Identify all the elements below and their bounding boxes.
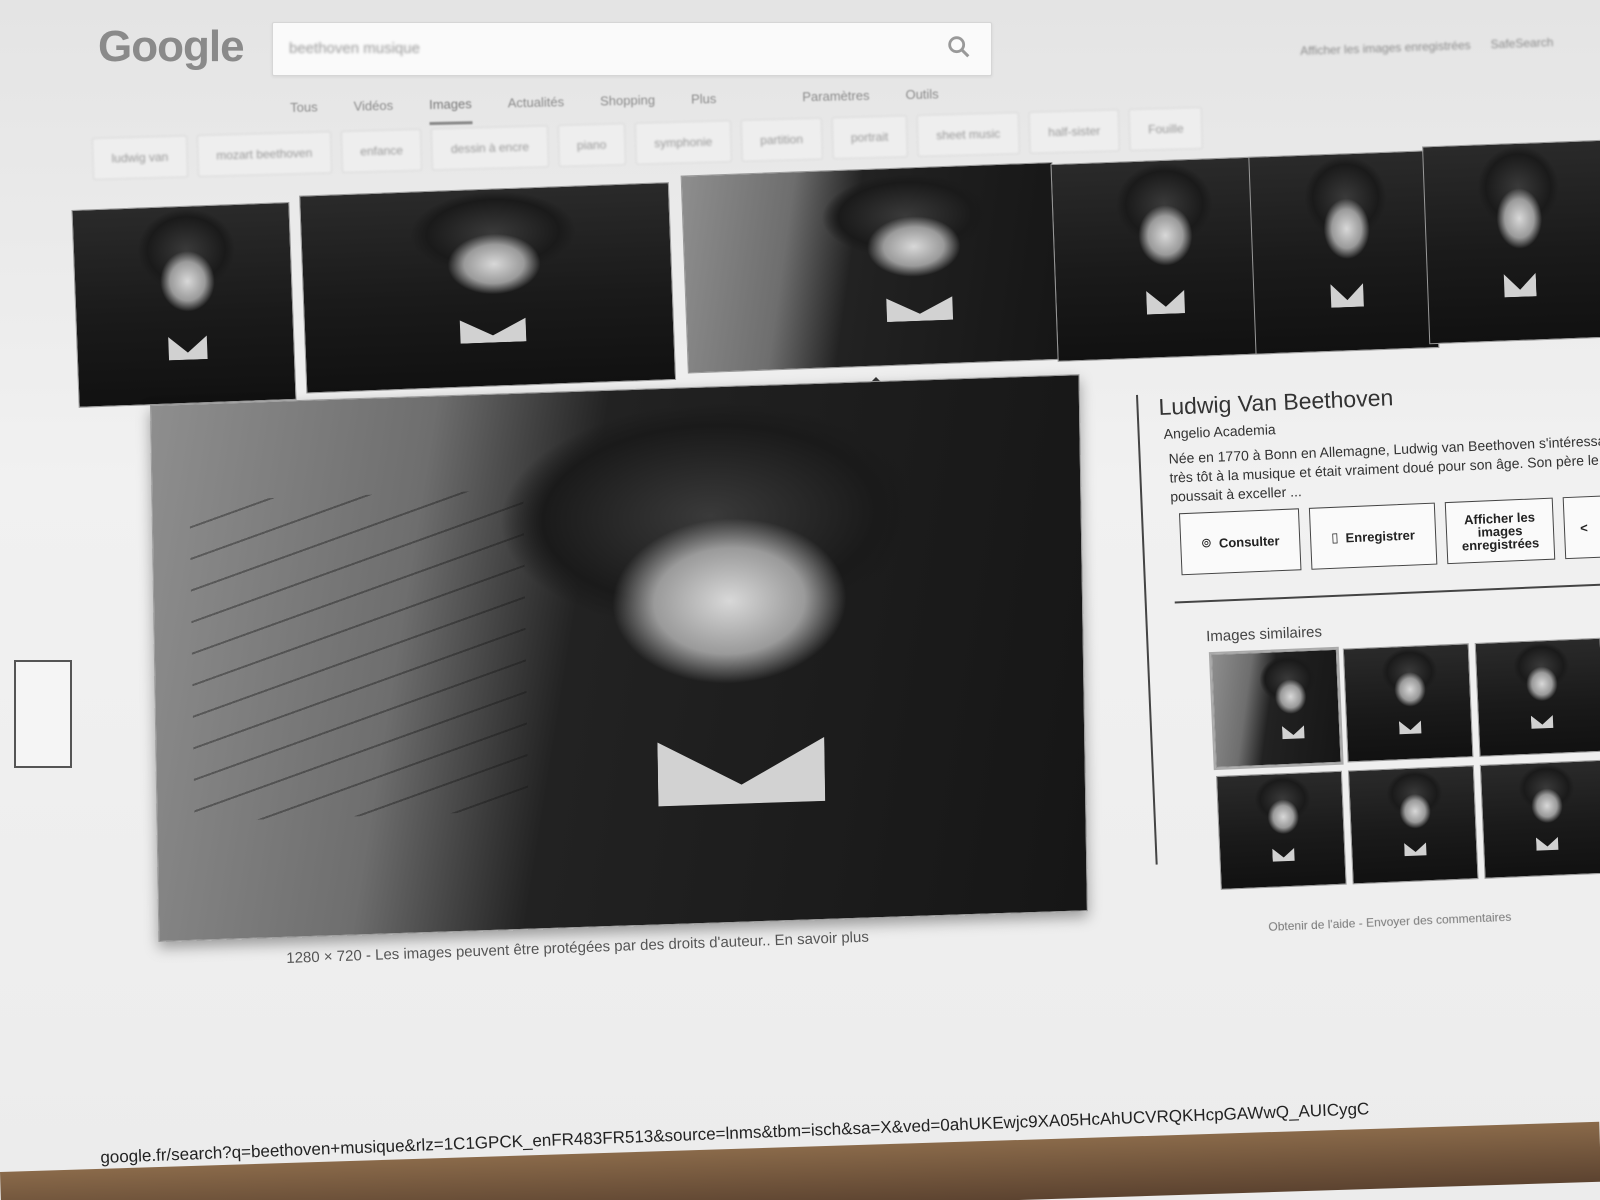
music-notes-texture: [189, 489, 529, 823]
similar-images-grid: [1208, 632, 1600, 890]
image-dimensions: 1280 × 720: [286, 947, 363, 967]
panel-footer: Obtenir de l'aide - Envoyer des commenta…: [1268, 910, 1511, 934]
similar-image[interactable]: [1208, 646, 1344, 771]
panel-divider: [1174, 582, 1600, 604]
tab-videos[interactable]: Vidéos: [353, 98, 393, 127]
tab-more[interactable]: Plus: [691, 91, 717, 120]
tab-images[interactable]: Images: [428, 96, 473, 126]
similar-image[interactable]: [1479, 759, 1600, 879]
learn-more-link[interactable]: En savoir plus: [774, 929, 869, 949]
panel-border: [1136, 394, 1158, 865]
result-thumbnail[interactable]: [299, 182, 677, 394]
saved-images-button-label: Afficher les images enregistrées: [1461, 508, 1540, 553]
panel-actions: ⊚ Consulter ▯ Enregistrer Afficher les i…: [1178, 495, 1600, 576]
feedback-link[interactable]: Envoyer des commentaires: [1366, 910, 1512, 930]
highlight-box: [14, 660, 72, 768]
help-link[interactable]: Obtenir de l'aide: [1268, 916, 1356, 934]
tab-all[interactable]: Tous: [290, 99, 318, 128]
panel-title[interactable]: Ludwig Van Beethoven: [1158, 384, 1394, 421]
caption-separator: -: [365, 946, 372, 965]
panel-source[interactable]: Angelio Academia: [1163, 421, 1276, 442]
safesearch-link[interactable]: SafeSearch: [1490, 35, 1553, 51]
saved-images-button[interactable]: Afficher les images enregistrées: [1444, 497, 1556, 565]
tab-shopping[interactable]: Shopping: [600, 92, 656, 121]
copyright-notice: Les images peuvent être protégées par de…: [374, 932, 771, 964]
result-thumbnail-selected[interactable]: [680, 161, 1060, 374]
tab-tools[interactable]: Outils: [905, 86, 939, 115]
footer-separator: -: [1358, 915, 1363, 931]
share-button[interactable]: <: [1562, 495, 1600, 560]
header-links: Afficher les images enregistrées SafeSea…: [1300, 35, 1554, 58]
tab-settings[interactable]: Paramètres: [802, 88, 870, 117]
similar-image[interactable]: [1347, 765, 1479, 885]
save-button[interactable]: ▯ Enregistrer: [1308, 502, 1438, 570]
printed-page: Google beethoven musique Afficher les im…: [0, 0, 1600, 1200]
panel-description: Née en 1770 à Bonn en Allemagne, Ludwig …: [1168, 432, 1600, 505]
saved-images-link[interactable]: Afficher les images enregistrées: [1300, 38, 1471, 58]
similar-image[interactable]: [1216, 770, 1347, 890]
image-details-panel: Ludwig Van Beethoven Angelio Academia Né…: [1136, 375, 1600, 934]
search-input[interactable]: beethoven musique: [289, 40, 420, 57]
preview-image[interactable]: [150, 374, 1088, 943]
globe-icon: ⊚: [1200, 534, 1213, 551]
search-box[interactable]: beethoven musique: [272, 22, 992, 76]
visit-button-label: Consulter: [1218, 532, 1280, 551]
visit-button[interactable]: ⊚ Consulter: [1178, 508, 1302, 576]
share-icon: <: [1579, 519, 1589, 536]
similar-image[interactable]: [1342, 643, 1474, 763]
tab-news[interactable]: Actualités: [508, 94, 565, 123]
bookmark-icon: ▯: [1331, 529, 1339, 545]
similar-image[interactable]: [1474, 637, 1600, 757]
result-thumbnail[interactable]: [1422, 139, 1600, 345]
google-logo[interactable]: Google: [98, 22, 245, 72]
result-thumbnail[interactable]: [1248, 150, 1440, 355]
search-icon[interactable]: [945, 33, 973, 61]
result-thumbnail[interactable]: [71, 201, 297, 408]
save-button-label: Enregistrer: [1345, 526, 1416, 545]
result-thumbnail[interactable]: [1050, 156, 1274, 362]
similar-images-heading: Images similaires: [1205, 623, 1323, 646]
